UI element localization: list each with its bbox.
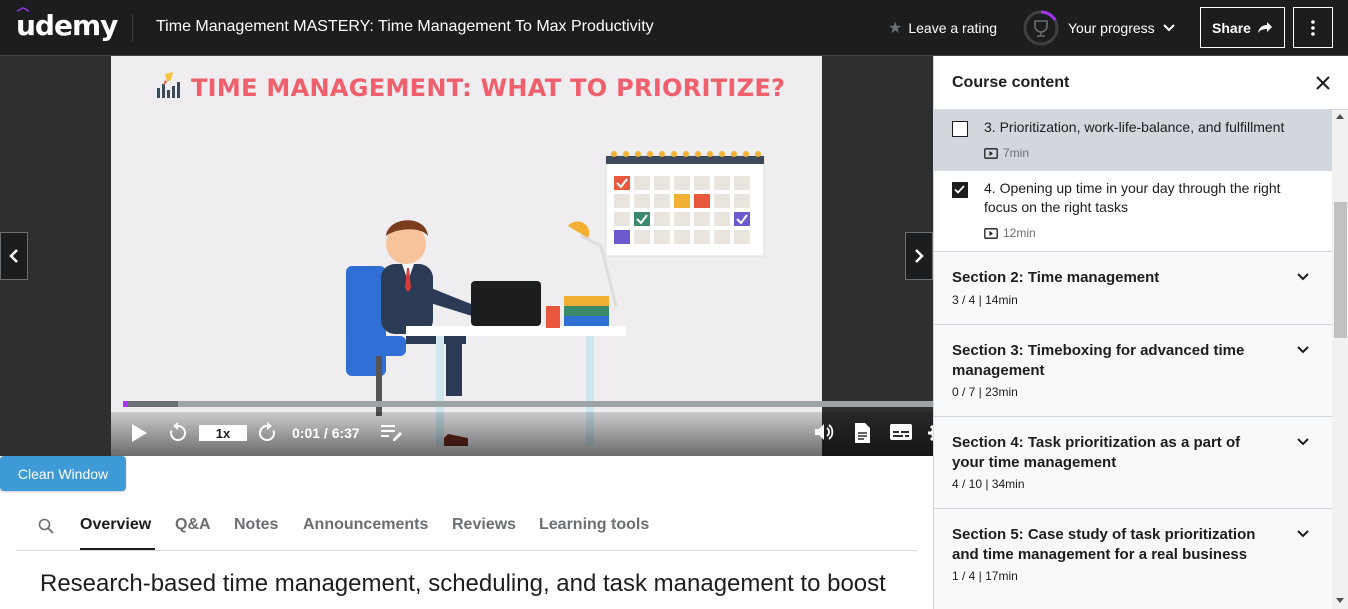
chevron-down-icon [1297, 530, 1309, 538]
slide-title: TIME MANAGEMENT: WHAT TO PRIORITIZE? [191, 74, 786, 102]
sidebar-scrollbar[interactable] [1332, 110, 1348, 609]
course-tabs: Overview Q&A Notes Announcements Reviews… [16, 500, 917, 551]
chevron-left-icon [9, 249, 18, 263]
rewind-icon [170, 422, 187, 441]
tab-announcements[interactable]: Announcements [303, 516, 428, 534]
play-icon [132, 424, 147, 442]
tab-qa[interactable]: Q&A [175, 516, 211, 534]
captions-icon [890, 424, 912, 440]
clean-window-button[interactable]: Clean Window [0, 456, 126, 491]
transcript-icon [855, 423, 870, 443]
lecture-item[interactable]: 4. Opening up time in your day through t… [934, 171, 1332, 251]
share-arrow-icon [1257, 22, 1272, 33]
forward-button[interactable] [256, 422, 278, 444]
video-slide: TIME MANAGEMENT: WHAT TO PRIORITIZE? 1x … [111, 56, 933, 456]
share-button[interactable]: Share [1200, 7, 1285, 48]
more-vertical-icon [1311, 19, 1315, 36]
lecture-checkbox[interactable] [952, 182, 968, 198]
search-tab[interactable] [38, 518, 54, 539]
course-headline: Research-based time management, scheduli… [40, 570, 886, 597]
volume-icon [815, 424, 834, 440]
leave-rating-button[interactable]: ★ Leave a rating [888, 18, 997, 38]
your-progress-label: Your progress [1068, 20, 1155, 36]
logo-text: udemy [16, 9, 118, 42]
rewind-button[interactable] [167, 422, 189, 444]
play-button[interactable] [129, 422, 149, 444]
next-lecture-button[interactable] [905, 232, 933, 280]
sidebar-header: Course content [934, 56, 1348, 110]
section-header[interactable]: Section 3: Timeboxing for advanced time … [934, 324, 1332, 416]
section-header[interactable]: Section 5: Case study of task prioritiza… [934, 508, 1332, 609]
section-meta: 4 / 10 | 34min [952, 477, 1025, 491]
video-player[interactable]: TIME MANAGEMENT: WHAT TO PRIORITIZE? 1x … [0, 56, 933, 456]
section-title: Section 4: Task prioritization as a part… [952, 434, 1241, 471]
note-add-icon [381, 425, 402, 441]
chevron-down-icon [1297, 346, 1309, 354]
close-icon[interactable] [1314, 74, 1332, 92]
video-buffer-bar [123, 401, 178, 407]
section-header[interactable]: Section 4: Task prioritization as a part… [934, 416, 1332, 508]
header-divider [132, 14, 133, 42]
section-header[interactable]: Section 2: Time management 3 / 4 | 14min [934, 251, 1332, 324]
section-meta: 3 / 4 | 14min [952, 293, 1018, 307]
transcript-button[interactable] [853, 422, 871, 444]
scroll-up-arrow-icon[interactable] [1336, 114, 1344, 119]
previous-lecture-button[interactable] [0, 232, 28, 280]
chevron-right-icon [915, 249, 924, 263]
scrollbar-thumb[interactable] [1334, 202, 1347, 338]
sidebar-title: Course content [952, 74, 1070, 91]
course-title[interactable]: Time Management MASTERY: Time Management… [156, 18, 654, 36]
star-icon: ★ [888, 20, 903, 37]
chevron-down-icon [1297, 273, 1309, 281]
lecture-duration: 7min [1003, 146, 1030, 160]
video-icon [984, 147, 998, 159]
search-icon [38, 518, 54, 534]
share-label: Share [1212, 19, 1251, 36]
player-controls: 1x 0:01 / 6:37 [111, 412, 933, 456]
udemy-logo[interactable]: udemy [16, 7, 118, 42]
tab-notes[interactable]: Notes [234, 516, 278, 534]
lecture-item[interactable]: 3. Prioritization, work-life-balance, an… [934, 110, 1332, 171]
active-tab-indicator [80, 548, 155, 550]
course-content-sidebar: Course content 3. Prioritization, work-l… [933, 56, 1348, 609]
video-icon [984, 227, 998, 239]
lecture-meta: 7min [984, 146, 1029, 160]
playback-speed-button[interactable]: 1x [199, 425, 247, 441]
chevron-down-icon [1162, 24, 1175, 32]
lecture-checkbox[interactable] [952, 121, 968, 137]
tab-reviews[interactable]: Reviews [452, 516, 516, 534]
more-options-button[interactable] [1293, 7, 1333, 48]
video-progress-bar[interactable] [123, 401, 933, 407]
add-note-button[interactable] [379, 422, 403, 442]
chevron-down-icon [1297, 438, 1309, 446]
logo-hat-icon [17, 7, 29, 12]
checkmark-icon [954, 185, 965, 194]
rocket-chart-icon [157, 72, 180, 98]
captions-button[interactable] [889, 422, 913, 442]
tab-overview[interactable]: Overview [80, 516, 151, 534]
your-progress-button[interactable]: Your progress [1022, 9, 1175, 47]
section-meta: 1 / 4 | 17min [952, 569, 1018, 583]
video-time: 0:01 / 6:37 [292, 425, 360, 441]
forward-icon [258, 422, 275, 441]
lecture-title: 3. Prioritization, work-life-balance, an… [984, 119, 1285, 135]
leave-rating-label: Leave a rating [908, 20, 998, 36]
scroll-down-arrow-icon[interactable] [1336, 598, 1344, 603]
section-title: Section 2: Time management [952, 269, 1160, 286]
section-meta: 0 / 7 | 23min [952, 385, 1018, 399]
tab-learning-tools[interactable]: Learning tools [539, 516, 649, 534]
video-played-bar [123, 401, 127, 407]
lecture-title: 4. Opening up time in your day through t… [984, 180, 1281, 215]
lecture-meta: 12min [984, 226, 1036, 240]
top-header: udemy Time Management MASTERY: Time Mana… [0, 0, 1348, 56]
section-title: Section 3: Timeboxing for advanced time … [952, 342, 1245, 379]
trophy-progress-icon [1023, 10, 1059, 46]
volume-button[interactable] [813, 422, 835, 442]
section-title: Section 5: Case study of task prioritiza… [952, 526, 1256, 563]
lecture-duration: 12min [1003, 226, 1036, 240]
